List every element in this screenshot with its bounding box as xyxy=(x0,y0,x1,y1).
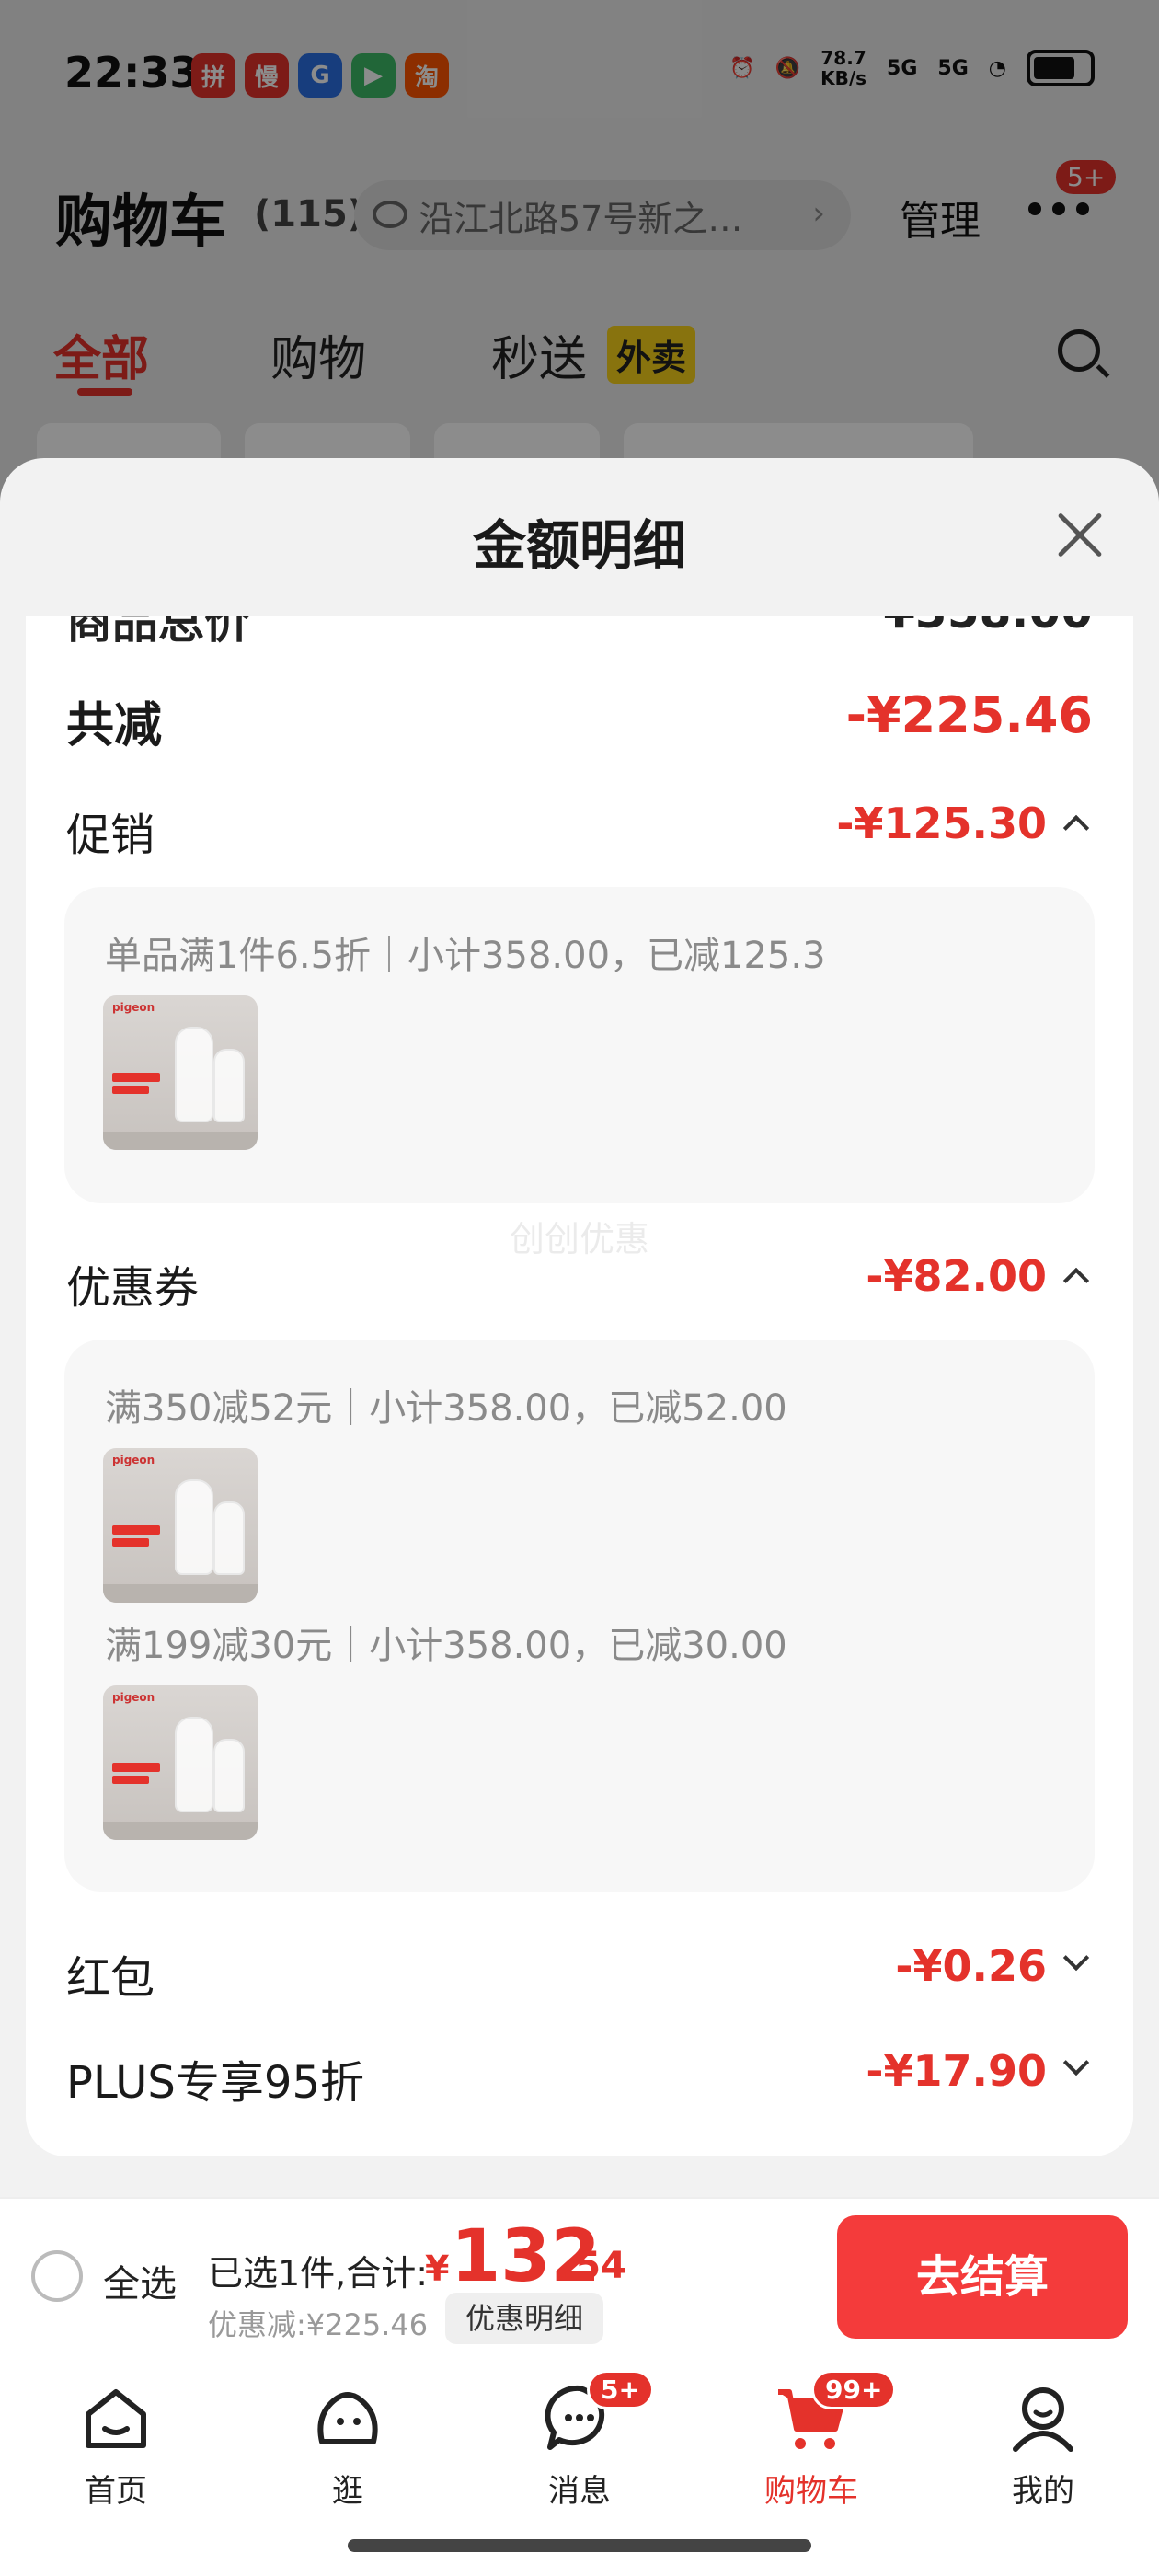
nav-home[interactable]: 首页 xyxy=(24,2381,208,2511)
total-decimal: .54 xyxy=(561,2245,626,2287)
home-icon xyxy=(79,2381,153,2455)
redpack-value: -¥0.26 xyxy=(895,1941,1047,1991)
goods-total-row: 商品总价 ¥358.00 xyxy=(66,616,1093,651)
message-icon: 5+ xyxy=(543,2370,654,2455)
cart-badge: 99+ xyxy=(811,2370,897,2409)
coupon-detail-box: 满350减52元｜小计358.00，已减52.00 pigeon 满199减30… xyxy=(64,1340,1095,1892)
amount-detail-card: 商品总价 ¥358.00 共减 -¥225.46 促销 -¥125.30 单品满… xyxy=(26,616,1133,2156)
promo-label: 促销 xyxy=(66,810,155,861)
total-currency: ¥ xyxy=(425,2248,450,2289)
promo-value: -¥125.30 xyxy=(836,799,1047,848)
browse-icon xyxy=(311,2381,384,2455)
checkout-bar: 全选 已选1件,合计: ¥ 132 .54 优惠减:¥225.46 优惠明细 去… xyxy=(0,2197,1159,2359)
nav-messages[interactable]: 5+ 消息 xyxy=(488,2370,671,2511)
plus-label: PLUS专享95折 xyxy=(66,2057,364,2109)
cart-icon: 99+ xyxy=(775,2370,897,2455)
product-thumbnail[interactable]: pigeon xyxy=(103,1448,258,1603)
close-icon[interactable] xyxy=(1052,508,1107,563)
chevron-down-icon xyxy=(1062,2049,1090,2076)
chevron-up-icon xyxy=(1062,814,1090,842)
sheet-title: 金额明细 xyxy=(472,514,686,577)
nav-label: 逛 xyxy=(332,2473,363,2510)
nav-label: 首页 xyxy=(85,2473,147,2510)
redpack-row[interactable]: 红包 -¥0.26 xyxy=(66,1941,1093,2004)
total-reduce-row: 共减 -¥225.46 xyxy=(66,686,1093,753)
product-thumbnail[interactable]: pigeon xyxy=(103,1685,258,1840)
home-indicator xyxy=(348,2539,811,2552)
total-reduce-label: 共减 xyxy=(66,698,163,753)
promo-detail-box: 单品满1件6.5折｜小计358.00，已减125.3 pigeon xyxy=(64,887,1095,1203)
goods-total-label: 商品总价 xyxy=(66,616,250,649)
promo-row[interactable]: 促销 -¥125.30 xyxy=(66,799,1093,861)
nav-label: 购物车 xyxy=(764,2473,858,2510)
nav-label: 消息 xyxy=(548,2473,611,2510)
coupon-detail-line-1: 满350减52元｜小计358.00，已减52.00 xyxy=(105,1387,787,1430)
nav-label: 我的 xyxy=(1012,2473,1074,2510)
profile-icon xyxy=(1006,2381,1080,2455)
redpack-label: 红包 xyxy=(66,1952,155,2004)
select-all-label[interactable]: 全选 xyxy=(103,2254,177,2307)
amount-detail-sheet: 金额明细 商品总价 ¥358.00 共减 -¥225.46 促销 -¥125.3… xyxy=(0,458,1159,2197)
plus-row[interactable]: PLUS专享95折 -¥17.90 xyxy=(66,2046,1093,2109)
selected-summary: 已选1件,合计: xyxy=(208,2253,429,2294)
discount-summary: 优惠减:¥225.46 xyxy=(208,2307,429,2342)
checkout-button[interactable]: 去结算 xyxy=(837,2215,1128,2339)
nav-cart[interactable]: 99+ 购物车 xyxy=(719,2370,903,2511)
nav-browse[interactable]: 逛 xyxy=(256,2381,440,2511)
product-thumbnail[interactable]: pigeon xyxy=(103,995,258,1150)
message-badge: 5+ xyxy=(587,2370,654,2409)
plus-value: -¥17.90 xyxy=(866,2046,1047,2096)
discount-detail-button[interactable]: 优惠明细 xyxy=(445,2293,604,2344)
total-reduce-value: -¥225.46 xyxy=(845,686,1093,744)
goods-total-value: ¥358.00 xyxy=(883,616,1093,638)
promo-detail-line: 单品满1件6.5折｜小计358.00，已减125.3 xyxy=(105,935,826,977)
chevron-up-icon xyxy=(1062,1267,1090,1294)
watermark: 创创优惠 xyxy=(509,1219,649,1259)
select-all-radio[interactable] xyxy=(31,2250,83,2302)
chevron-down-icon xyxy=(1062,1944,1090,1972)
coupon-detail-line-2: 满199减30元｜小计358.00，已减30.00 xyxy=(105,1625,787,1667)
nav-profile[interactable]: 我的 xyxy=(951,2381,1135,2511)
